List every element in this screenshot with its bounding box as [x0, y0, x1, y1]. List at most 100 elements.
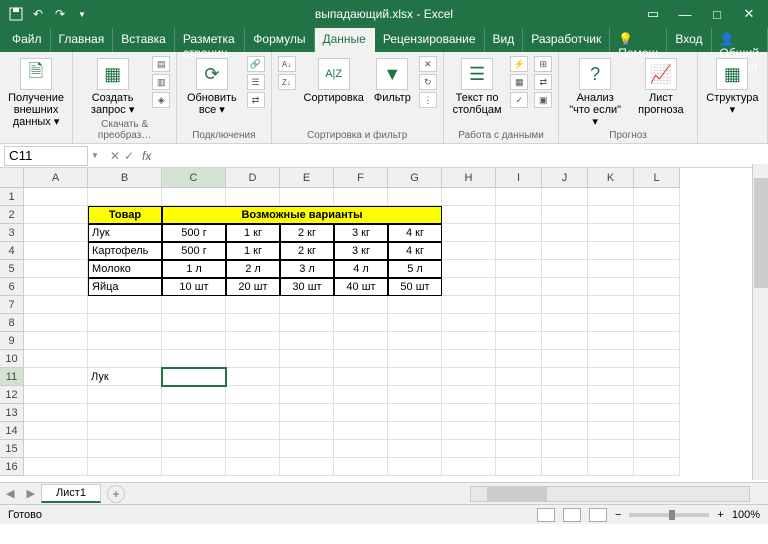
col-header[interactable]: E — [280, 168, 334, 188]
cell[interactable] — [388, 296, 442, 314]
cell[interactable] — [496, 260, 542, 278]
sheet-nav-next-icon[interactable]: ▶ — [20, 487, 40, 500]
consolidate-button[interactable]: ⊞ — [534, 56, 552, 72]
cell[interactable] — [24, 386, 88, 404]
cell[interactable] — [634, 440, 680, 458]
enter-icon[interactable]: ✓ — [124, 149, 134, 163]
cell[interactable] — [542, 314, 588, 332]
edit-links-button[interactable]: ⇄ — [247, 92, 265, 108]
cell[interactable] — [496, 368, 542, 386]
col-header[interactable]: H — [442, 168, 496, 188]
cell[interactable] — [442, 440, 496, 458]
cell[interactable] — [24, 458, 88, 476]
cell[interactable] — [588, 422, 634, 440]
cell[interactable] — [588, 350, 634, 368]
flash-fill-button[interactable]: ⚡ — [510, 56, 528, 72]
row-header[interactable]: 5 — [0, 260, 24, 278]
cell[interactable] — [280, 332, 334, 350]
cell[interactable] — [24, 404, 88, 422]
sheet-tab[interactable]: Лист1 — [41, 484, 101, 503]
col-header[interactable]: F — [334, 168, 388, 188]
cell[interactable] — [24, 332, 88, 350]
cell[interactable] — [588, 242, 634, 260]
page-layout-view-button[interactable] — [563, 508, 581, 522]
cell[interactable] — [442, 332, 496, 350]
cell[interactable] — [226, 458, 280, 476]
cell[interactable] — [496, 314, 542, 332]
cell[interactable] — [496, 206, 542, 224]
cell[interactable] — [634, 404, 680, 422]
cell[interactable] — [334, 422, 388, 440]
row-header[interactable]: 15 — [0, 440, 24, 458]
qat-dropdown-icon[interactable]: ▼ — [74, 6, 90, 22]
tab-view[interactable]: Вид — [485, 28, 524, 52]
tab-signin[interactable]: Вход — [667, 28, 711, 52]
cell[interactable]: 4 л — [334, 260, 388, 278]
col-header[interactable]: L — [634, 168, 680, 188]
cell[interactable] — [162, 350, 226, 368]
cell[interactable]: 30 шт — [280, 278, 334, 296]
cell[interactable] — [634, 188, 680, 206]
clear-filter-button[interactable]: ✕ — [419, 56, 437, 72]
cell[interactable] — [634, 458, 680, 476]
cell[interactable] — [588, 440, 634, 458]
cell[interactable] — [588, 404, 634, 422]
cell[interactable] — [388, 350, 442, 368]
cell[interactable] — [280, 386, 334, 404]
cell[interactable] — [588, 188, 634, 206]
cell[interactable] — [588, 224, 634, 242]
cell[interactable] — [442, 404, 496, 422]
cell[interactable] — [588, 458, 634, 476]
sort-az-button[interactable]: A↓ — [278, 56, 296, 72]
cell[interactable] — [24, 260, 88, 278]
row-header[interactable]: 10 — [0, 350, 24, 368]
reapply-button[interactable]: ↻ — [419, 74, 437, 90]
cell[interactable] — [442, 242, 496, 260]
cell[interactable] — [442, 278, 496, 296]
cell[interactable]: 500 г — [162, 242, 226, 260]
cell[interactable] — [226, 404, 280, 422]
cell[interactable] — [88, 314, 162, 332]
cell[interactable]: Картофель — [88, 242, 162, 260]
cell[interactable] — [334, 458, 388, 476]
cell[interactable] — [542, 368, 588, 386]
cell[interactable] — [542, 260, 588, 278]
tab-file[interactable]: Файл — [4, 28, 51, 52]
zoom-level[interactable]: 100% — [732, 509, 760, 521]
cell[interactable] — [88, 296, 162, 314]
cell[interactable] — [542, 296, 588, 314]
cell[interactable]: 3 кг — [334, 242, 388, 260]
cell[interactable] — [226, 332, 280, 350]
cell[interactable] — [542, 422, 588, 440]
cell[interactable] — [24, 368, 88, 386]
tab-insert[interactable]: Вставка — [113, 28, 175, 52]
cell[interactable] — [442, 296, 496, 314]
formula-input[interactable] — [157, 146, 768, 166]
cell[interactable] — [88, 332, 162, 350]
cell[interactable] — [280, 350, 334, 368]
cell[interactable] — [280, 296, 334, 314]
relationships-button[interactable]: ⇄ — [534, 74, 552, 90]
cell[interactable]: Яйца — [88, 278, 162, 296]
cell[interactable] — [588, 386, 634, 404]
tab-developer[interactable]: Разработчик — [523, 28, 610, 52]
cell[interactable] — [634, 278, 680, 296]
cell[interactable] — [226, 350, 280, 368]
row-header[interactable]: 2 — [0, 206, 24, 224]
cell[interactable] — [634, 332, 680, 350]
row-header[interactable]: 3 — [0, 224, 24, 242]
cell[interactable] — [162, 386, 226, 404]
cell[interactable] — [634, 350, 680, 368]
cell[interactable] — [162, 314, 226, 332]
tab-help[interactable]: 💡 Помощ — [610, 28, 667, 52]
add-sheet-button[interactable]: + — [107, 485, 125, 503]
tab-formulas[interactable]: Формулы — [245, 28, 314, 52]
cell[interactable]: 4 кг — [388, 224, 442, 242]
cell[interactable] — [280, 368, 334, 386]
cell[interactable]: ▼500 г1 кг2 кг3 кг4 кг — [162, 368, 226, 386]
cell[interactable]: 10 шт — [162, 278, 226, 296]
row-header[interactable]: 11 — [0, 368, 24, 386]
cell[interactable] — [496, 224, 542, 242]
cell[interactable] — [588, 206, 634, 224]
cell[interactable] — [88, 422, 162, 440]
